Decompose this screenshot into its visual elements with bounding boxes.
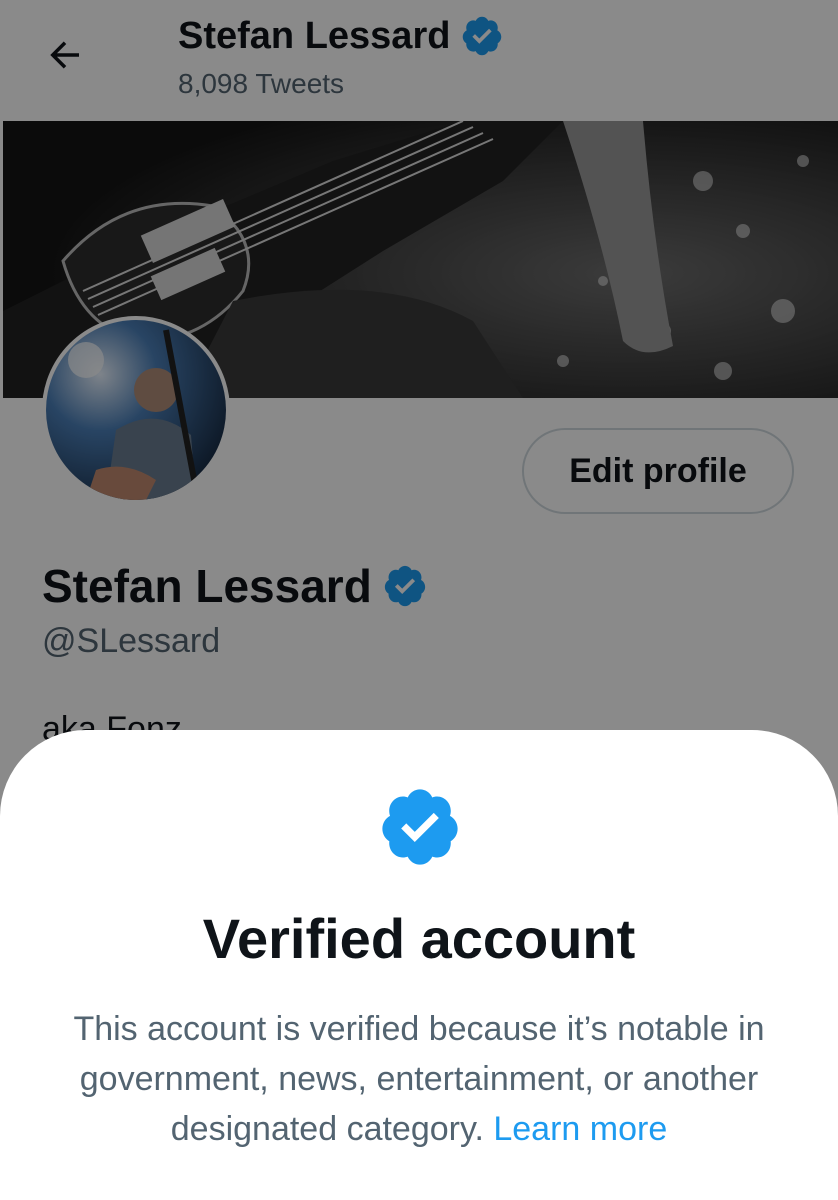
sheet-title: Verified account bbox=[202, 907, 636, 970]
sheet-description: This account is verified because it’s no… bbox=[50, 1004, 788, 1154]
learn-more-link[interactable]: Learn more bbox=[493, 1110, 667, 1148]
verified-badge-icon bbox=[382, 789, 458, 865]
